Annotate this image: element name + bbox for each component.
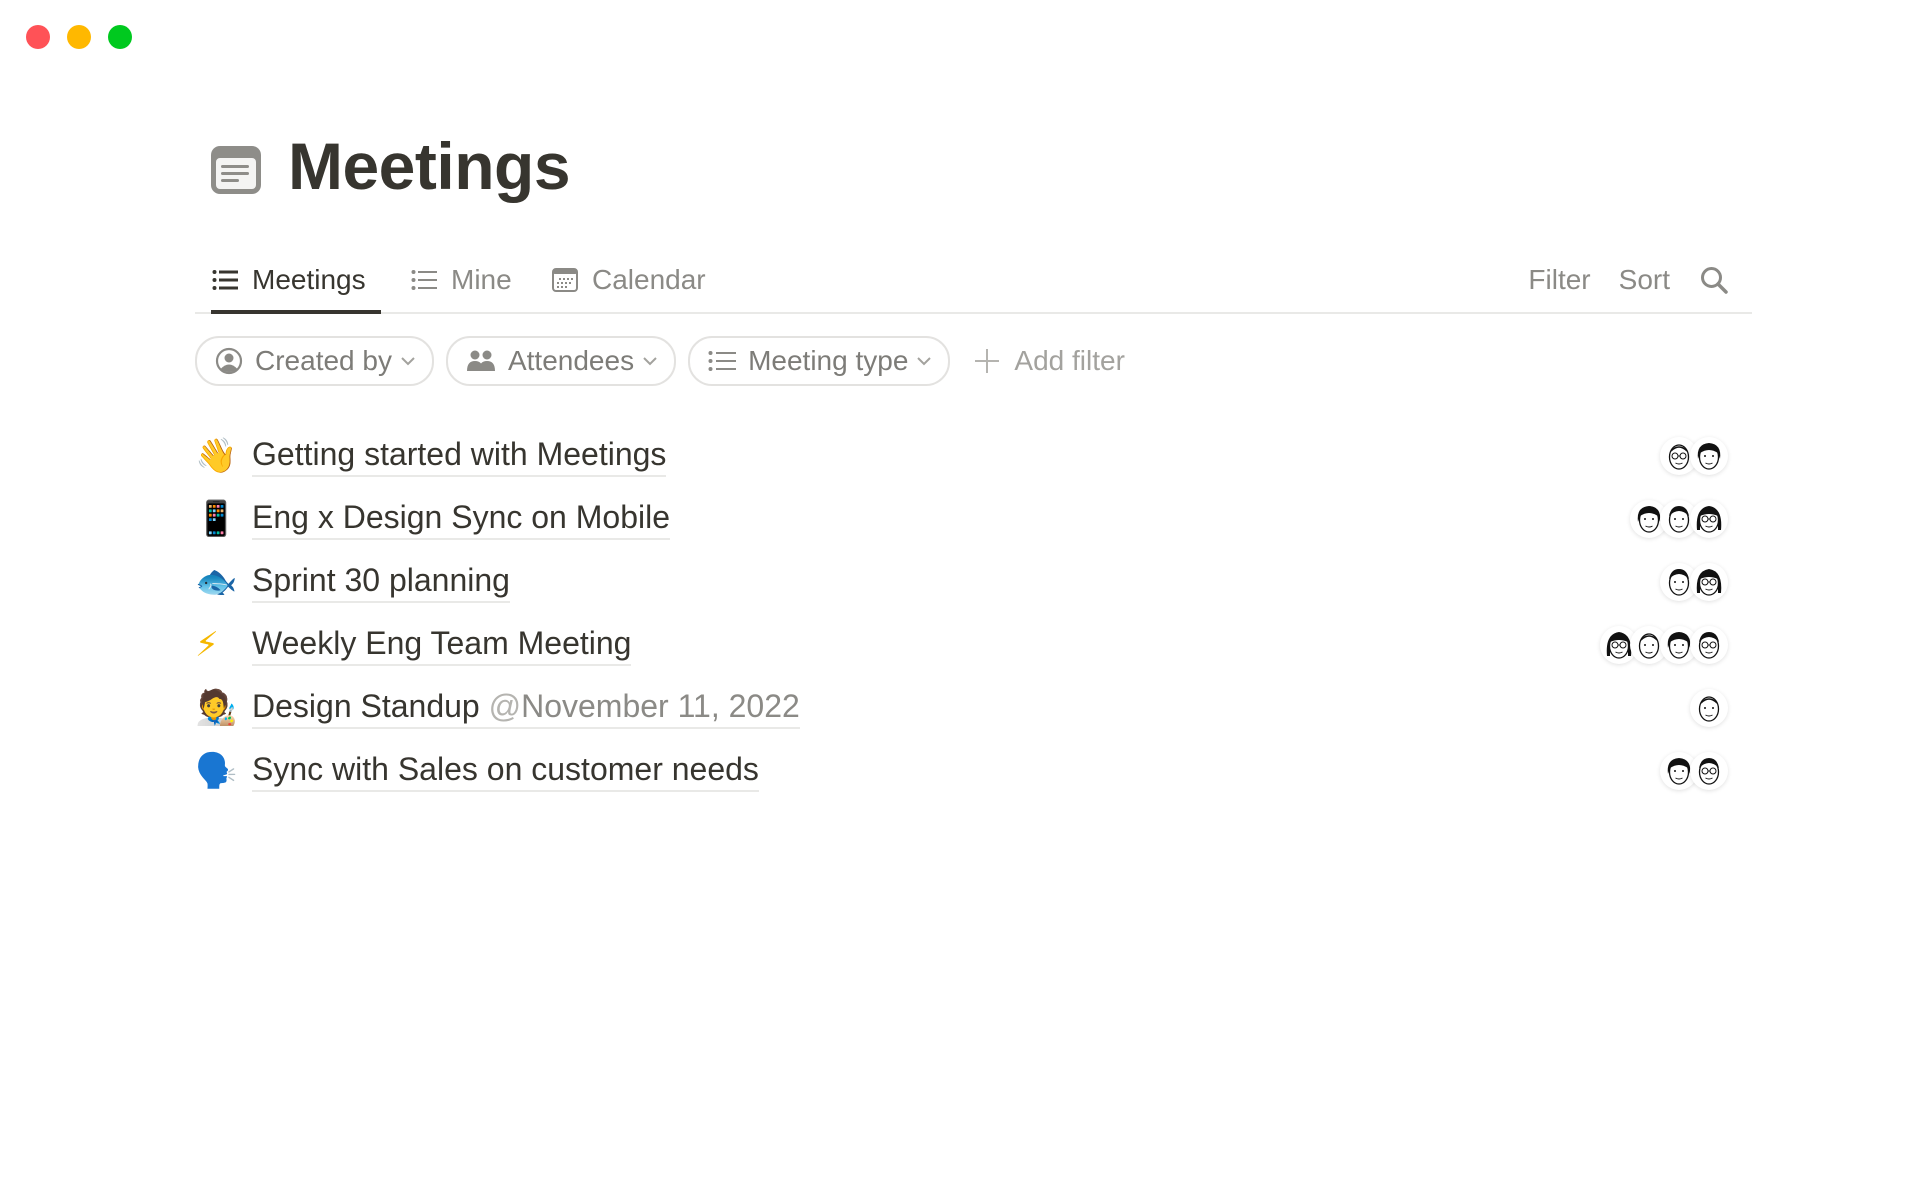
meeting-title-text: Weekly Eng Team Meeting [252, 624, 632, 661]
attendee-avatars [1660, 751, 1728, 790]
chevron-down-icon [643, 357, 657, 366]
attendee-avatars [1600, 625, 1728, 664]
view-tabs: Meetings Mine Calendar Filter Sort [195, 250, 1752, 314]
meeting-title[interactable]: Sprint 30 planning [252, 561, 510, 603]
people-icon [466, 350, 495, 371]
avatar[interactable] [1690, 688, 1728, 727]
person-face-icon [1698, 757, 1720, 785]
person-circle-icon [215, 347, 243, 375]
add-filter-button[interactable]: Add filter [974, 345, 1125, 377]
attendee-avatars [1630, 499, 1728, 538]
search-icon [1701, 267, 1728, 294]
tab-label: Mine [451, 264, 512, 295]
fish-icon: 🐟 [195, 561, 238, 602]
tab-label: Meetings [252, 264, 366, 295]
meeting-title[interactable]: Sync with Sales on customer needs [252, 750, 759, 792]
minimize-window-button[interactable] [67, 25, 91, 49]
close-window-button[interactable] [26, 25, 50, 49]
meetings-list: 👋 Getting started with Meetings 📱 Eng x … [195, 424, 1728, 802]
speaking-head-icon: 🗣️ [195, 750, 238, 791]
person-face-icon [1698, 631, 1720, 659]
list-item[interactable]: ⚡ Weekly Eng Team Meeting [195, 613, 1728, 676]
filter-bar: Created by Attendees Meeting type Add fi… [195, 336, 1125, 386]
person-face-icon [1698, 695, 1720, 722]
person-face-icon [1696, 568, 1722, 596]
tab-mine[interactable]: Mine [411, 250, 512, 310]
mention-at-sign: @ [488, 687, 522, 724]
list-item[interactable]: 🐟 Sprint 30 planning [195, 550, 1728, 613]
attendee-avatars [1660, 436, 1728, 475]
mobile-phone-icon: 📱 [195, 498, 238, 539]
page-title: Meetings [288, 129, 571, 203]
list-item[interactable]: 🗣️ Sync with Sales on customer needs [195, 739, 1728, 802]
chevron-down-icon [401, 357, 415, 366]
sort-button[interactable]: Sort [1619, 264, 1670, 296]
view-actions: Filter Sort [1500, 250, 1752, 310]
meeting-title-text: Sprint 30 planning [252, 561, 510, 598]
tab-label: Calendar [592, 264, 706, 295]
avatar[interactable] [1690, 562, 1728, 601]
maximize-window-button[interactable] [108, 25, 132, 49]
person-face-icon [1696, 505, 1722, 533]
list-item[interactable]: 🧑‍🎨 Design Standup @November 11, 2022 [195, 676, 1728, 739]
filter-label: Created by [255, 345, 392, 376]
avatar[interactable] [1690, 625, 1728, 664]
mention-date: November 11, 2022 [521, 687, 800, 724]
filter-button[interactable]: Filter [1528, 264, 1590, 296]
meeting-title-text: Sync with Sales on customer needs [252, 750, 759, 787]
meeting-title[interactable]: Getting started with Meetings [252, 435, 667, 477]
date-mention[interactable]: @November 11, 2022 [489, 688, 800, 724]
list-item[interactable]: 📱 Eng x Design Sync on Mobile [195, 487, 1728, 550]
filter-created-by[interactable]: Created by [195, 336, 434, 386]
window-controls [26, 25, 132, 49]
filter-meeting-type[interactable]: Meeting type [688, 336, 951, 386]
meeting-title[interactable]: Weekly Eng Team Meeting [252, 624, 632, 666]
meeting-title-text: Eng x Design Sync on Mobile [252, 498, 670, 535]
list-icon [708, 351, 737, 371]
meeting-title-text: Design Standup [252, 687, 480, 724]
add-filter-label: Add filter [1014, 345, 1125, 376]
chevron-down-icon [917, 357, 932, 366]
artist-icon: 🧑‍🎨 [195, 687, 238, 728]
meeting-title[interactable]: Eng x Design Sync on Mobile [252, 498, 670, 540]
tab-meetings[interactable]: Meetings [211, 250, 381, 314]
document-icon[interactable] [210, 145, 262, 195]
waving-hand-icon: 👋 [195, 435, 238, 476]
meeting-title[interactable]: Design Standup @November 11, 2022 [252, 687, 800, 729]
filter-label: Meeting type [748, 345, 909, 376]
person-face-icon [1697, 442, 1721, 470]
filter-attendees[interactable]: Attendees [445, 336, 677, 386]
list-icon [212, 270, 238, 290]
calendar-icon [552, 268, 578, 292]
tab-calendar[interactable]: Calendar [552, 250, 706, 310]
avatar[interactable] [1690, 436, 1728, 475]
avatar[interactable] [1690, 499, 1728, 538]
search-button[interactable] [1700, 266, 1728, 294]
avatar[interactable] [1690, 751, 1728, 790]
plus-icon [975, 349, 1000, 373]
list-item[interactable]: 👋 Getting started with Meetings [195, 424, 1728, 487]
lightning-icon: ⚡ [195, 624, 219, 665]
filter-label: Attendees [507, 345, 635, 376]
attendee-avatars [1690, 688, 1728, 727]
attendee-avatars [1660, 562, 1728, 601]
list-icon [411, 270, 437, 290]
meeting-title-text: Getting started with Meetings [252, 435, 667, 472]
